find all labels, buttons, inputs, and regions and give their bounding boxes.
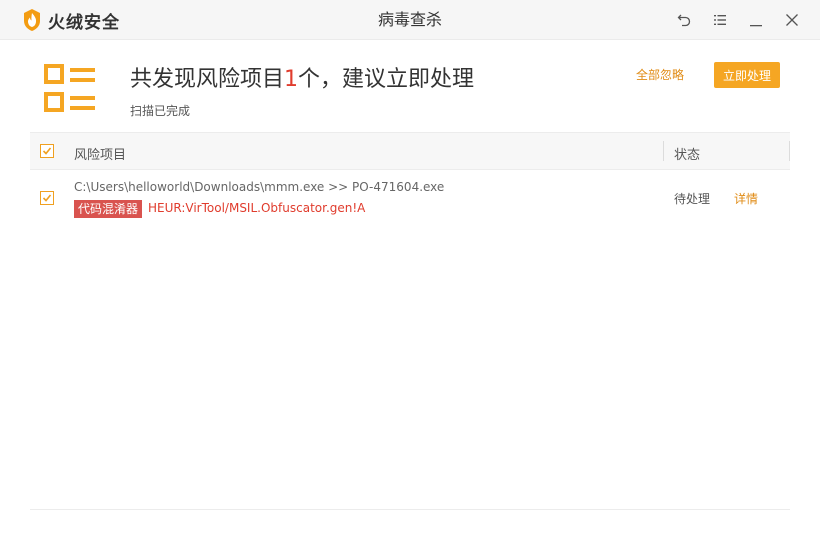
threat-name: HEUR:VirTool/MSIL.Obfuscator.gen!A xyxy=(148,201,366,215)
brand: 火绒安全 xyxy=(22,8,120,33)
ignore-all-link[interactable]: 全部忽略 xyxy=(636,66,684,83)
check-icon xyxy=(42,194,52,202)
close-button[interactable] xyxy=(781,9,803,31)
back-button[interactable] xyxy=(673,9,695,31)
handle-now-button[interactable]: 立即处理 xyxy=(714,62,780,88)
menu-button[interactable] xyxy=(709,9,731,31)
row-checkbox[interactable] xyxy=(40,191,54,205)
brand-name: 火绒安全 xyxy=(48,12,120,33)
minimize-icon xyxy=(750,25,762,27)
flame-logo-icon xyxy=(24,9,40,31)
check-icon xyxy=(42,147,52,155)
table-header: 风险项目 状态 xyxy=(30,132,790,170)
minimize-button[interactable] xyxy=(745,9,767,31)
close-icon xyxy=(786,14,798,26)
details-link[interactable]: 详情 xyxy=(734,190,758,207)
file-path: C:\Users\helloworld\Downloads\mmm.exe >>… xyxy=(74,180,445,194)
window-title: 病毒查杀 xyxy=(377,10,442,29)
headline-suffix: 个，建议立即处理 xyxy=(298,67,475,92)
risk-list-icon xyxy=(44,64,95,112)
menu-icon xyxy=(714,15,726,25)
headline-prefix: 共发现风险项目 xyxy=(130,67,285,92)
threat-category-tag: 代码混淆器 xyxy=(74,200,143,218)
title-bar: 火绒安全 病毒查杀 xyxy=(0,0,820,40)
risk-count: 1 xyxy=(284,67,299,92)
select-all-checkbox[interactable] xyxy=(40,144,54,158)
result-headline: 共发现风险项目1个，建议立即处理 xyxy=(130,61,474,93)
row-status: 待处理 xyxy=(674,192,711,206)
column-header-status: 状态 xyxy=(674,148,701,163)
column-header-risk-item: 风险项目 xyxy=(74,148,127,163)
table-row[interactable]: C:\Users\helloworld\Downloads\mmm.exe >>… xyxy=(30,172,790,226)
column-divider[interactable] xyxy=(663,141,664,161)
back-icon xyxy=(677,14,691,27)
footer-divider xyxy=(30,509,790,510)
scan-status: 扫描已完成 xyxy=(130,104,191,118)
column-divider[interactable] xyxy=(789,141,790,161)
